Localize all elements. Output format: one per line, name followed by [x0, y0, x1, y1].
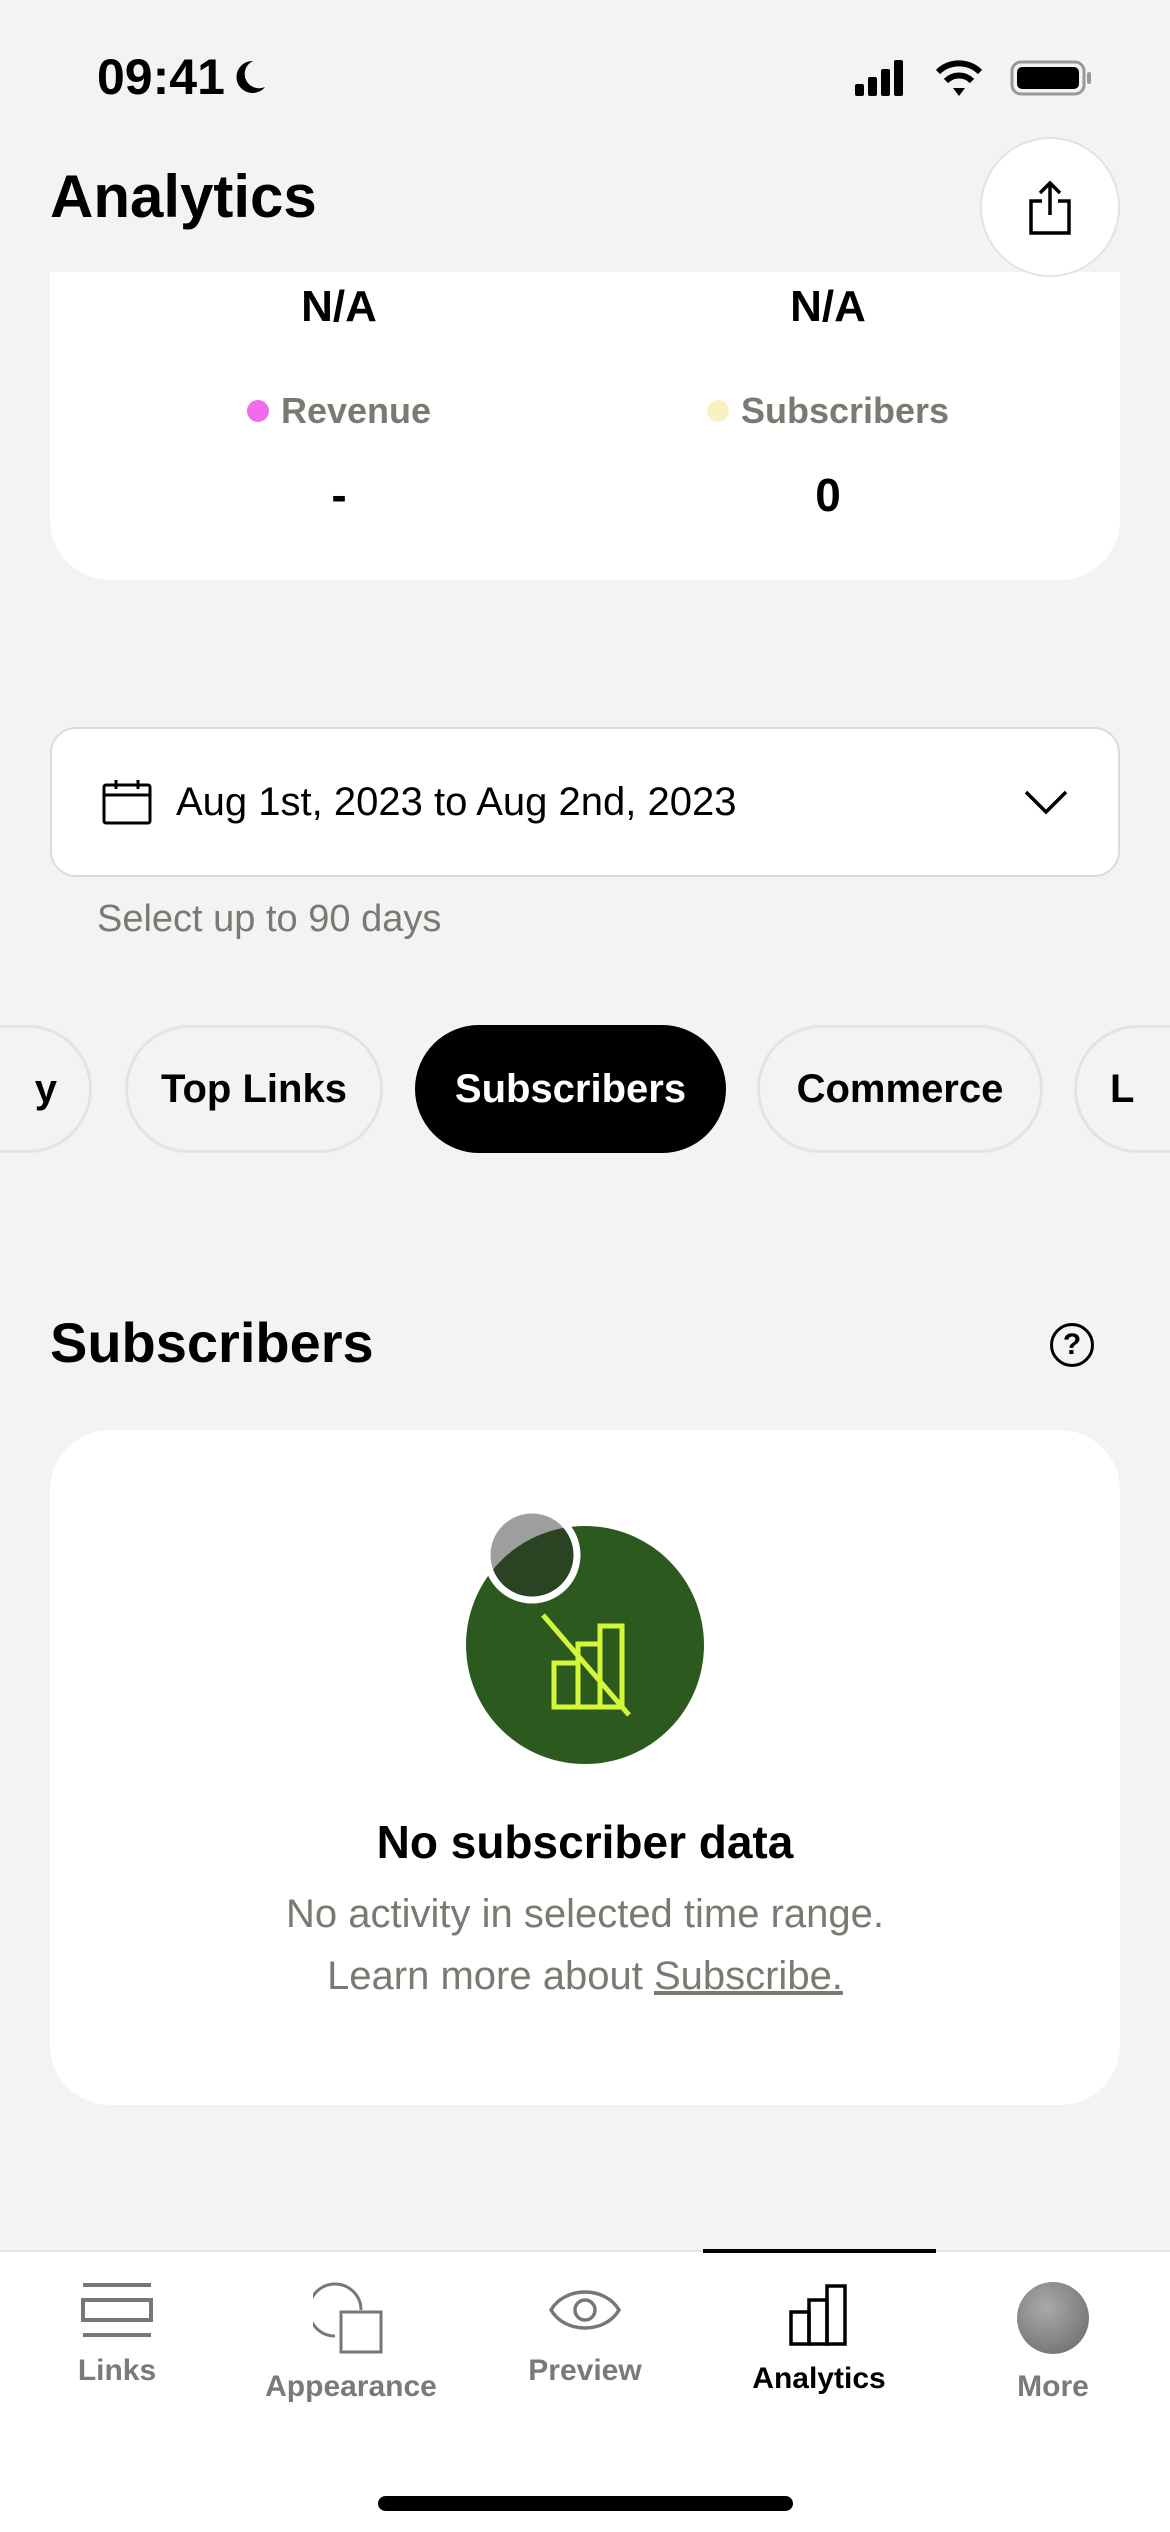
tab-chip-subscribers[interactable]: Subscribers: [415, 1025, 726, 1153]
help-icon[interactable]: ?: [1050, 1323, 1094, 1367]
date-range-picker[interactable]: Aug 1st, 2023 to Aug 2nd, 2023: [50, 727, 1120, 877]
tab-more[interactable]: More: [936, 2282, 1170, 2404]
moon-icon: [236, 60, 265, 93]
subscribers-label: Subscribers: [628, 390, 1028, 432]
tab-appearance[interactable]: Appearance: [234, 2282, 468, 2404]
subscribers-dot-icon: [706, 400, 729, 422]
eye-icon: [548, 2290, 622, 2330]
bar-chart-icon: [789, 2284, 847, 2346]
tab-label: Appearance: [265, 2370, 437, 2403]
revenue-top-value: N/A: [301, 282, 377, 331]
tab-analytics[interactable]: Analytics: [702, 2282, 936, 2396]
share-icon: [1029, 180, 1071, 235]
revenue-dot-icon: [246, 400, 269, 422]
subscribers-label-text: Subscribers: [740, 390, 950, 431]
subscribers-top-value: N/A: [790, 282, 866, 331]
revenue-label-text: Revenue: [280, 390, 432, 431]
active-tab-indicator: [703, 2249, 936, 2253]
tab-links[interactable]: Links: [0, 2282, 234, 2388]
home-indicator: [378, 2496, 793, 2511]
avatar: [1017, 2282, 1089, 2354]
subscribers-value: 0: [815, 469, 841, 521]
tab-label: Analytics: [752, 2362, 886, 2395]
revenue-value: -: [331, 469, 347, 521]
links-icon: [81, 2283, 153, 2337]
summary-card: N/A N/A Revenue Subscribers - 0: [50, 272, 1120, 580]
tab-preview[interactable]: Preview: [468, 2282, 702, 2388]
appearance-icon: [313, 2282, 383, 2354]
subscribe-link[interactable]: Subscribe.: [654, 1954, 843, 1998]
empty-state-title: No subscriber data: [376, 1816, 794, 1868]
time-text: 09:41: [97, 49, 225, 105]
date-range-value: Aug 1st, 2023 to Aug 2nd, 2023: [176, 779, 737, 824]
wifi-icon: [935, 60, 983, 84]
empty-state-card: No subscriber data No activity in select…: [50, 1430, 1120, 2105]
tab-label: Preview: [528, 2354, 642, 2387]
empty-state-description: No activity in selected time range.: [285, 1892, 885, 1936]
calendar-icon: [102, 780, 152, 825]
learn-more-prefix: Learn more about: [327, 1954, 654, 1998]
status-time: 09:41: [97, 48, 267, 106]
tab-chip-partial-left[interactable]: y: [0, 1025, 92, 1153]
tab-chip-commerce[interactable]: Commerce: [757, 1025, 1043, 1153]
section-title: Subscribers: [50, 1311, 374, 1374]
share-button[interactable]: [980, 137, 1120, 277]
tab-label: Links: [77, 2354, 157, 2387]
battery-icon: [1010, 60, 1091, 96]
tab-label: More: [1017, 2370, 1089, 2403]
page-title: Analytics: [50, 163, 317, 230]
tab-chip-partial-right[interactable]: L: [1074, 1025, 1170, 1153]
no-data-illustration: [466, 1510, 704, 1764]
date-range-hint: Select up to 90 days: [97, 898, 442, 940]
tab-chip-top-links[interactable]: Top Links: [125, 1025, 383, 1153]
revenue-label: Revenue: [139, 390, 539, 432]
chevron-down-icon: [1024, 790, 1068, 815]
bottom-tab-bar: Links Appearance Preview Analytics More: [0, 2249, 1170, 2532]
signal-icon: [855, 60, 903, 96]
learn-more-line: Learn more about Subscribe.: [50, 1954, 1120, 1999]
status-icons: [855, 60, 1091, 96]
